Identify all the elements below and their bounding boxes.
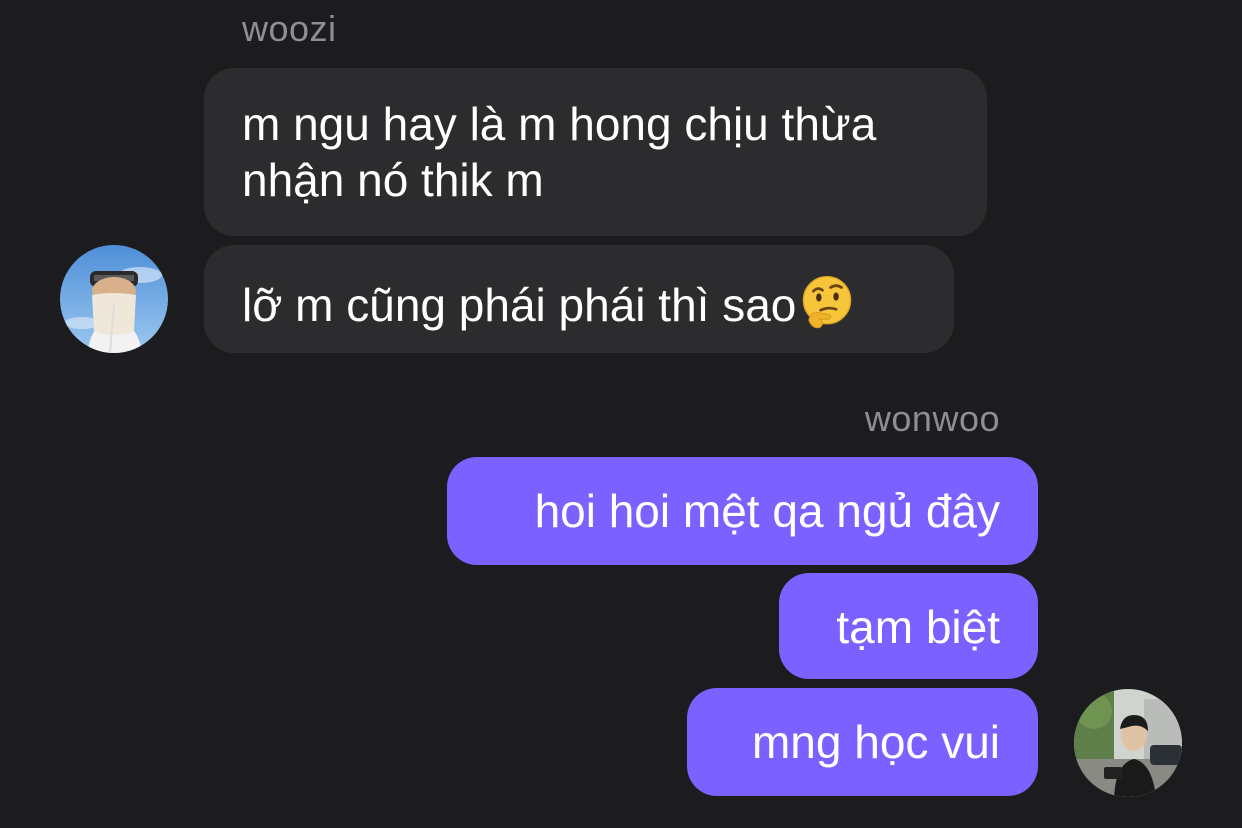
message-bubble-outgoing-2[interactable]: tạm biệt <box>779 573 1038 679</box>
avatar-woozi[interactable] <box>60 245 168 353</box>
message-text: hoi hoi mệt qa ngủ đây <box>534 485 1000 537</box>
message-bubble-outgoing-3[interactable]: mng học vui <box>687 688 1038 796</box>
message-text: tạm biệt <box>836 601 1000 653</box>
avatar-photo <box>1074 689 1182 797</box>
message-text: lỡ m cũng phái phái thì sao <box>242 279 797 331</box>
message-bubble-incoming-1[interactable]: m ngu hay là m hong chịu thừa nhận nó th… <box>204 68 987 236</box>
message-bubble-outgoing-1[interactable]: hoi hoi mệt qa ngủ đây <box>447 457 1038 565</box>
message-text: m ngu hay là m hong chịu thừa nhận nó th… <box>242 98 877 206</box>
sender-name-woozi: woozi <box>242 8 337 49</box>
avatar-photo <box>60 245 168 353</box>
thinking-face-icon <box>803 275 852 329</box>
avatar-wonwoo[interactable] <box>1074 689 1182 797</box>
sender-name-wonwoo: wonwoo <box>864 398 1000 439</box>
message-bubble-incoming-2[interactable]: lỡ m cũng phái phái thì sao <box>204 245 954 353</box>
message-text: mng học vui <box>751 716 1000 768</box>
